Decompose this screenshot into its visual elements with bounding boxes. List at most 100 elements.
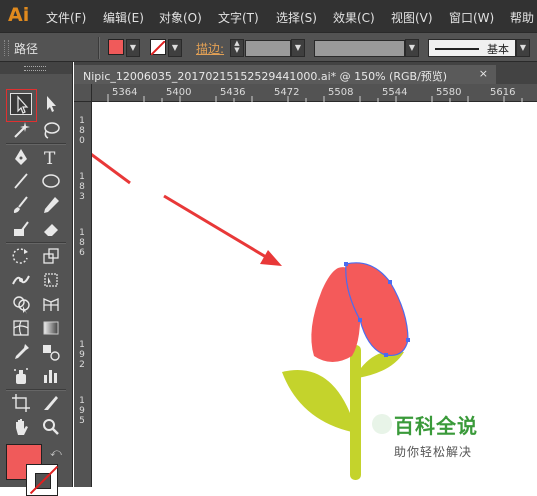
stroke-weight-dropdown[interactable]: ▼ bbox=[291, 39, 305, 57]
type-tool[interactable]: T bbox=[40, 146, 62, 168]
brush-dropdown[interactable]: ▼ bbox=[516, 39, 530, 57]
tool-divider bbox=[6, 242, 66, 244]
eyedropper-tool[interactable] bbox=[10, 341, 32, 363]
document-title: Nipic_12006035_20170215152529441000.ai* … bbox=[83, 70, 448, 83]
blob-brush-tool[interactable] bbox=[10, 218, 32, 240]
hand-icon bbox=[16, 419, 28, 435]
app-logo: Ai bbox=[8, 4, 30, 26]
horizontal-ruler[interactable]: 5364 5400 5436 5472 5508 5544 5580 5616 bbox=[92, 84, 537, 102]
rotate-tool[interactable] bbox=[10, 245, 32, 267]
menu-edit[interactable]: 编辑(E) bbox=[103, 9, 144, 26]
ruler-ticks bbox=[107, 94, 523, 102]
close-tab-icon[interactable]: × bbox=[479, 67, 488, 80]
column-graph-icon bbox=[44, 370, 57, 383]
menu-select[interactable]: 选择(S) bbox=[276, 9, 317, 26]
ruler-label: 5472 bbox=[274, 87, 300, 98]
stroke-weight-label[interactable]: 描边: bbox=[196, 40, 224, 57]
fill-swatch[interactable] bbox=[108, 39, 124, 55]
annotation-arrows bbox=[92, 153, 282, 266]
watermark-subtitle: 助你轻松解决 bbox=[394, 445, 473, 459]
menu-type[interactable]: 文字(T) bbox=[218, 9, 259, 26]
line-segment-tool[interactable] bbox=[10, 170, 32, 192]
width-tool[interactable] bbox=[10, 269, 32, 291]
gradient-tool[interactable] bbox=[40, 317, 62, 339]
lasso-tool[interactable] bbox=[40, 119, 62, 141]
variable-width-profile[interactable] bbox=[314, 40, 405, 57]
pencil-tool[interactable] bbox=[40, 194, 62, 216]
fill-dropdown[interactable]: ▼ bbox=[126, 39, 140, 57]
mesh-tool[interactable] bbox=[10, 317, 32, 339]
no-stroke-icon bbox=[150, 40, 166, 56]
menu-file[interactable]: 文件(F) bbox=[46, 9, 86, 26]
pen-nib-icon bbox=[15, 149, 27, 165]
blob-brush-icon bbox=[14, 221, 29, 236]
brush-name: 基本 bbox=[487, 43, 509, 56]
stroke-dropdown[interactable]: ▼ bbox=[168, 39, 182, 57]
ruler-label: 5580 bbox=[436, 87, 462, 98]
column-graph-tool[interactable] bbox=[40, 365, 62, 387]
ruler-label: 1 9 5 bbox=[79, 396, 85, 426]
shape-builder-icon bbox=[13, 296, 30, 314]
blend-tool[interactable] bbox=[40, 341, 62, 363]
vertical-ruler[interactable]: 1 8 0 1 8 3 1 8 6 1 9 2 1 9 5 bbox=[74, 102, 92, 487]
perspective-grid-icon bbox=[43, 298, 59, 311]
ruler-origin[interactable] bbox=[74, 84, 92, 102]
divider bbox=[98, 37, 100, 59]
artboard-tool[interactable] bbox=[10, 392, 32, 414]
tools-panel-header[interactable] bbox=[0, 62, 72, 74]
flower-stem[interactable] bbox=[350, 345, 361, 480]
panel-grip[interactable] bbox=[4, 40, 9, 56]
artboard-icon bbox=[12, 394, 30, 412]
menu-effect[interactable]: 效果(C) bbox=[333, 9, 375, 26]
eraser-tool[interactable] bbox=[40, 218, 62, 240]
eraser-icon bbox=[44, 224, 58, 236]
ruler-label: 1 9 2 bbox=[79, 340, 85, 370]
width-icon bbox=[12, 275, 30, 285]
scale-icon bbox=[43, 248, 59, 264]
menu-window[interactable]: 窗口(W) bbox=[449, 9, 494, 26]
perspective-grid-tool[interactable] bbox=[40, 293, 62, 315]
brush-definition[interactable]: 基本 bbox=[428, 39, 516, 57]
menu-object[interactable]: 对象(O) bbox=[159, 9, 202, 26]
symbol-sprayer-tool[interactable] bbox=[10, 365, 32, 387]
paintbrush-icon bbox=[13, 196, 28, 213]
zoom-tool[interactable] bbox=[40, 416, 62, 438]
document-tab-bar: Nipic_12006035_20170215152529441000.ai* … bbox=[74, 62, 537, 84]
direct-selection-tool[interactable] bbox=[40, 93, 62, 115]
menu-bar: Ai 文件(F) 编辑(E) 对象(O) 文字(T) 选择(S) 效果(C) 视… bbox=[0, 0, 537, 32]
watermark-title: 百科全说 bbox=[394, 414, 478, 438]
watermark: 百科全说 助你轻松解决 bbox=[394, 410, 478, 460]
magic-wand-tool[interactable] bbox=[10, 119, 32, 141]
profile-dropdown[interactable]: ▼ bbox=[405, 39, 419, 57]
document-tab[interactable]: Nipic_12006035_20170215152529441000.ai* … bbox=[74, 65, 496, 84]
free-transform-icon bbox=[44, 273, 58, 287]
free-transform-tool[interactable] bbox=[40, 269, 62, 291]
menu-view[interactable]: 视图(V) bbox=[391, 9, 433, 26]
ruler-label: 5508 bbox=[328, 87, 354, 98]
ruler-label: 1 8 6 bbox=[79, 228, 85, 258]
shape-builder-tool[interactable] bbox=[10, 293, 32, 315]
selection-tool[interactable] bbox=[10, 93, 32, 115]
pencil-icon bbox=[44, 197, 59, 213]
scale-tool[interactable] bbox=[40, 245, 62, 267]
ellipse-icon bbox=[42, 174, 60, 188]
tools-panel: T ⤺ bbox=[0, 62, 73, 496]
menu-help[interactable]: 帮助 bbox=[510, 9, 534, 26]
left-leaf[interactable] bbox=[282, 369, 352, 432]
slice-tool[interactable] bbox=[40, 392, 62, 414]
ruler-label: 5436 bbox=[220, 87, 246, 98]
stroke-stepper[interactable]: ▲ ▼ bbox=[230, 39, 244, 57]
magic-wand-icon bbox=[14, 122, 30, 138]
ruler-label: 5544 bbox=[382, 87, 408, 98]
stroke-color-box[interactable] bbox=[26, 464, 59, 496]
paintbrush-tool[interactable] bbox=[10, 194, 32, 216]
hand-tool[interactable] bbox=[10, 416, 32, 438]
arrow-down-right-head bbox=[260, 250, 282, 266]
slice-knife-icon bbox=[44, 396, 58, 410]
pen-tool[interactable] bbox=[10, 146, 32, 168]
ellipse-tool[interactable] bbox=[40, 170, 62, 192]
swap-fill-stroke-icon[interactable]: ⤺ bbox=[50, 446, 62, 460]
stroke-swatch[interactable] bbox=[150, 39, 166, 56]
tool-divider bbox=[6, 389, 66, 391]
stroke-weight-input[interactable] bbox=[245, 40, 291, 57]
